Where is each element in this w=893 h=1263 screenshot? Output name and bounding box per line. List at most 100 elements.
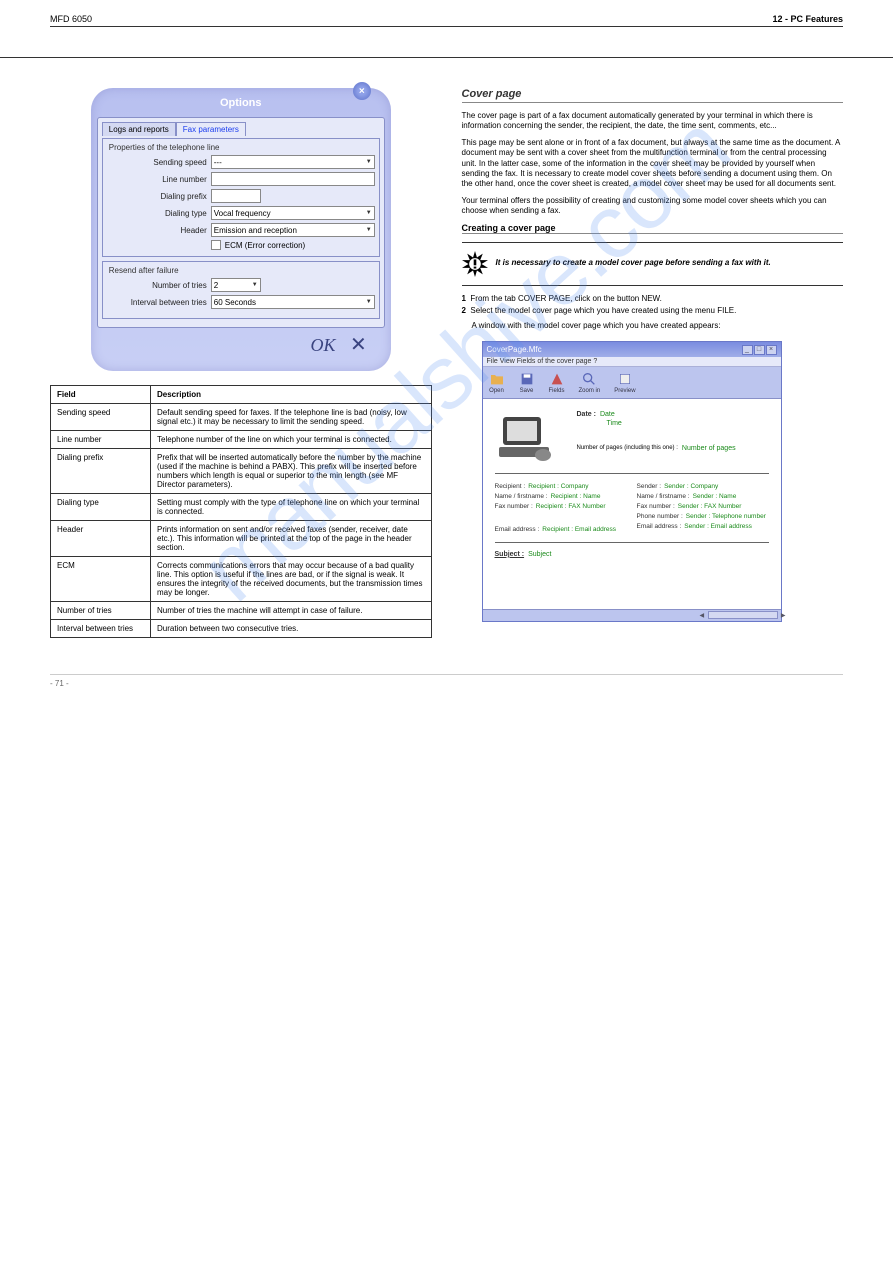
r-name-val: Sender : Name [693, 493, 737, 500]
label-header: Header [107, 226, 207, 235]
select-interval[interactable]: 60 Seconds [211, 295, 375, 309]
group-legend: Properties of the telephone line [107, 143, 222, 152]
table-row: Dialing prefixPrefix that will be insert… [51, 449, 432, 494]
section-name: 12 - PC Features [772, 14, 843, 24]
horizontal-scrollbar[interactable] [708, 611, 778, 619]
toolbar-fields[interactable]: Fields [549, 371, 565, 394]
ok-button[interactable]: OK [310, 335, 335, 355]
cell-desc: Setting must comply with the type of tel… [151, 494, 432, 521]
r-sender-lbl: Sender : [637, 483, 662, 490]
group-legend-resend: Resend after failure [107, 266, 181, 275]
tabs: Logs and reports Fax parameters [102, 122, 380, 136]
cell-desc: Default sending speed for faxes. If the … [151, 404, 432, 431]
important-text: It is necessary to create a model cover … [496, 258, 771, 268]
tab-logs[interactable]: Logs and reports [102, 122, 176, 136]
time-field: Time [607, 420, 622, 427]
toolbar-zoom[interactable]: Zoom in [579, 371, 601, 394]
th-field: Field [51, 386, 151, 404]
l-fax-lbl: Fax number : [495, 503, 533, 510]
label-interval: Interval between tries [107, 298, 207, 307]
close-icon[interactable]: × [766, 345, 777, 355]
options-title: Options [97, 94, 385, 117]
toolbar: Open Save Fields Zoom in Preview [483, 367, 781, 399]
date-field: Date [600, 411, 615, 418]
options-dialog: × Options Logs and reports Fax parameter… [91, 88, 391, 371]
cell-desc: Corrects communications errors that may … [151, 557, 432, 602]
important-icon [462, 251, 488, 277]
cell-field: Dialing type [51, 494, 151, 521]
cell-desc: Prefix that will be inserted automatical… [151, 449, 432, 494]
subject-label: Subject : [495, 551, 525, 558]
table-row: HeaderPrints information on sent and/or … [51, 521, 432, 557]
l-email-lbl: Email address : [495, 526, 540, 533]
cell-field: Line number [51, 431, 151, 449]
r-phone-val: Sender : Telephone number [686, 513, 766, 520]
label-ecm: ECM (Error correction) [225, 241, 305, 250]
menu-bar[interactable]: File View Fields of the cover page ? [483, 357, 781, 367]
l-recip-lbl: Recipient : [495, 483, 526, 490]
np-field: Number of pages [682, 445, 736, 452]
table-row: Number of triesNumber of tries the machi… [51, 602, 432, 620]
computer-icon [495, 409, 559, 467]
cell-desc: Telephone number of the line on which yo… [151, 431, 432, 449]
cancel-button[interactable]: ✕ [350, 334, 367, 356]
l-recip-val: Recipient : Company [528, 483, 588, 490]
page-footer: - 71 - [50, 674, 843, 688]
creating-cover-heading: Creating a cover page [462, 223, 844, 234]
page-number: - 71 - [50, 679, 69, 688]
toolbar-save[interactable]: Save [519, 371, 535, 394]
label-dialing-type: Dialing type [107, 209, 207, 218]
cover-page-heading: Cover page [462, 88, 844, 103]
cell-desc: Prints information on sent and/or receiv… [151, 521, 432, 557]
cell-desc: Duration between two consecutive tries. [151, 620, 432, 638]
subject-field: Subject [528, 551, 551, 558]
toolbar-open[interactable]: Open [489, 371, 505, 394]
tab-fax-parameters[interactable]: Fax parameters [176, 122, 246, 136]
cell-field: Dialing prefix [51, 449, 151, 494]
th-desc: Description [151, 386, 432, 404]
cell-field: Header [51, 521, 151, 557]
resend-group: Resend after failure Number of tries 2 I… [102, 261, 380, 319]
label-dialing-prefix: Dialing prefix [107, 192, 207, 201]
cell-field: Sending speed [51, 404, 151, 431]
cover-page-editor-window: CoverPage.Mfc _□× File View Fields of th… [482, 341, 782, 622]
minimize-icon[interactable]: _ [742, 345, 753, 355]
select-dialing-type[interactable]: Vocal frequency [211, 206, 375, 220]
cover-para3: Your terminal offers the possibility of … [462, 196, 844, 217]
parameters-table: FieldDescription Sending speedDefault se… [50, 385, 432, 638]
r-email-val: Sender : Email address [684, 523, 752, 530]
table-row: Interval between triesDuration between t… [51, 620, 432, 638]
page-header: MFD 6050 12 - PC Features [50, 8, 843, 27]
r-email-lbl: Email address : [637, 523, 682, 530]
step-2: 2 Select the model cover page which you … [462, 306, 844, 315]
select-ntries[interactable]: 2 [211, 278, 261, 292]
label-line-number: Line number [107, 175, 207, 184]
input-line-number[interactable] [211, 172, 375, 186]
table-row: ECMCorrects communications errors that m… [51, 557, 432, 602]
window-titlebar: CoverPage.Mfc _□× [483, 342, 781, 357]
cell-field: Interval between tries [51, 620, 151, 638]
l-name-val: Recipient : Name [551, 493, 601, 500]
cell-desc: Number of tries the machine will attempt… [151, 602, 432, 620]
cover-para2: This page may be sent alone or in front … [462, 138, 844, 190]
cover-preview: Date : Date Time Number of pages (includ… [483, 399, 781, 609]
step-2-tail: A window with the model cover page which… [472, 321, 844, 331]
close-icon[interactable]: × [353, 82, 371, 100]
window-title: CoverPage.Mfc [487, 345, 542, 354]
r-fax-lbl: Fax number : [637, 503, 675, 510]
product-name: MFD 6050 [50, 14, 92, 24]
input-dialing-prefix[interactable] [211, 189, 261, 203]
select-sending-speed[interactable]: --- [211, 155, 375, 169]
maximize-icon[interactable]: □ [754, 345, 765, 355]
step-1: 1 From the tab COVER PAGE, click on the … [462, 294, 844, 303]
l-fax-val: Recipient : FAX Number [536, 503, 606, 510]
toolbar-preview[interactable]: Preview [614, 371, 635, 394]
l-name-lbl: Name / firstname : [495, 493, 548, 500]
label-ntries: Number of tries [107, 281, 207, 290]
l-email-val: Recipient : Email address [542, 526, 616, 533]
date-label: Date : [577, 411, 596, 418]
table-row: Line numberTelephone number of the line … [51, 431, 432, 449]
select-header[interactable]: Emission and reception [211, 223, 375, 237]
r-phone-lbl: Phone number : [637, 513, 683, 520]
checkbox-ecm[interactable] [211, 240, 221, 250]
